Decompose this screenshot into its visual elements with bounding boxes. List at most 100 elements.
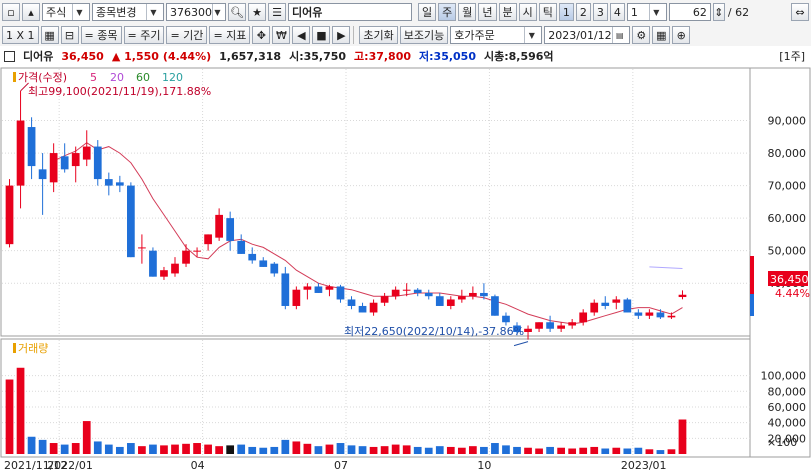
calendar-icon: ▤ xyxy=(612,27,626,43)
candle-body xyxy=(579,312,588,323)
multiplier-2[interactable]: 2 xyxy=(575,3,591,21)
period-week[interactable]: 주 xyxy=(438,3,457,21)
order-select[interactable]: 호가주문 ▼ xyxy=(450,26,543,44)
item-indicator-button[interactable]: = 지표 xyxy=(209,26,251,44)
period-tick[interactable]: 틱 xyxy=(538,3,557,21)
volume-bar xyxy=(491,443,499,454)
candle-body xyxy=(491,296,499,316)
candle-body xyxy=(678,294,687,298)
view-count-input[interactable]: 62 xyxy=(668,3,711,21)
view-count-spinner-icon[interactable]: ⇕ xyxy=(712,3,725,21)
period-hour[interactable]: 시 xyxy=(518,3,537,21)
volume-bar xyxy=(237,444,246,454)
volume-bar xyxy=(579,447,588,454)
item-stock-label: = 종목 xyxy=(84,29,118,42)
volume-bar xyxy=(380,446,389,454)
single-layout-icon[interactable]: ⊟ xyxy=(60,26,79,44)
price-tick-label: 90,000 xyxy=(768,115,807,128)
legend-ma5: 5 xyxy=(90,71,97,84)
period-minute[interactable]: 분 xyxy=(498,3,517,21)
candle-body xyxy=(568,322,577,326)
move-icon[interactable]: ✥ xyxy=(252,26,271,44)
multiplier-1[interactable]: 1 xyxy=(558,3,574,21)
reset-button[interactable]: 초기화 xyxy=(359,26,398,44)
stock-info-icon[interactable]: ☰ xyxy=(268,3,286,21)
candle-body xyxy=(303,286,312,290)
item-stock-button[interactable]: = 종목 xyxy=(80,26,122,44)
period-month[interactable]: 월 xyxy=(458,3,477,21)
multiplier-3[interactable]: 3 xyxy=(592,3,608,21)
play-icon[interactable]: ▶ xyxy=(332,26,351,44)
checkbox-icon[interactable] xyxy=(4,50,15,62)
window-menu-icon[interactable]: ▫ xyxy=(2,3,20,21)
candle-body xyxy=(49,153,58,183)
period-year[interactable]: 년 xyxy=(478,3,497,21)
info-high: 고:37,800 xyxy=(354,50,412,63)
candle-body xyxy=(127,185,135,258)
candle-body xyxy=(623,299,632,313)
expand-icon[interactable]: ⇔ xyxy=(791,3,809,21)
stock-code-input[interactable]: 376300 ▼ xyxy=(166,3,226,21)
info-stock-name: 디어유 xyxy=(23,50,54,63)
market-up-icon[interactable]: ▴ xyxy=(22,3,40,21)
period-tick-label: 틱 xyxy=(542,6,553,19)
stop-icon[interactable]: ■ xyxy=(312,26,331,44)
candle-body xyxy=(248,253,257,261)
date-value: 2023/01/12 xyxy=(548,28,612,42)
favorite-star-icon[interactable]: ★ xyxy=(248,3,266,21)
price-range-marker-low xyxy=(750,294,754,316)
candle-body xyxy=(656,312,665,318)
volume-bar xyxy=(535,448,543,454)
period-month-label: 월 xyxy=(462,6,473,19)
candle-body xyxy=(380,296,389,303)
candle-body xyxy=(502,315,510,323)
volume-bar xyxy=(71,443,80,454)
item-range-label: = 기간 xyxy=(170,29,204,42)
candle-body xyxy=(557,325,565,329)
candle-body xyxy=(546,322,554,329)
search-icon[interactable]: 🔍︎ xyxy=(228,3,246,21)
date-input[interactable]: 2023/01/12 ▤ xyxy=(544,26,631,44)
volume-bar xyxy=(612,447,621,454)
change-stock-select[interactable]: 종목변경 ▼ xyxy=(92,3,164,21)
multiplier-4[interactable]: 4 xyxy=(609,3,625,21)
volume-bar xyxy=(336,443,345,454)
settings-gear-icon[interactable]: ⚙ xyxy=(632,26,651,44)
volume-bar xyxy=(568,448,577,454)
layout-button[interactable]: 1 X 1 xyxy=(2,26,39,44)
multiplier-1-label: 1 xyxy=(562,5,570,19)
volume-bar xyxy=(391,444,400,454)
volume-bar xyxy=(634,447,643,454)
market-label: 주식 xyxy=(46,6,67,19)
item-period-button[interactable]: = 주기 xyxy=(123,26,165,44)
candle-body xyxy=(413,289,422,293)
item-range-button[interactable]: = 기간 xyxy=(166,26,208,44)
chart-toolbar: 1 X 1 ▦ ⊟ = 종목 = 주기 = 기간 = 지표 ✥ ₩ ◀ ■ ▶ … xyxy=(0,24,811,47)
candle-body xyxy=(358,305,367,313)
price-tick-label: 70,000 xyxy=(768,180,807,193)
volume-bar xyxy=(49,443,58,454)
currency-icon[interactable]: ₩ xyxy=(272,26,291,44)
auxiliary-button[interactable]: 보조기능 xyxy=(399,26,449,44)
period-count-select[interactable]: 1 ▼ xyxy=(626,3,667,21)
chart-link-icon[interactable]: ⊕ xyxy=(672,26,691,44)
period-day[interactable]: 일 xyxy=(418,3,437,21)
main-toolbar: ▫ ▴ 주식 ▼ 종목변경 ▼ 376300 ▼ 🔍︎ ★ ☰ 디어유 일 주 월 년… xyxy=(0,0,811,25)
candle-body xyxy=(292,289,301,306)
volume-bar xyxy=(204,444,212,454)
rewind-icon[interactable]: ◀ xyxy=(292,26,311,44)
period-count-value: 1 xyxy=(630,5,638,19)
info-open: 시:35,750 xyxy=(289,50,347,63)
volume-bar xyxy=(93,441,102,454)
candle-body xyxy=(204,234,212,245)
volume-bar xyxy=(325,444,334,454)
x-tick-label: 04 xyxy=(191,459,205,472)
auxiliary-label: 보조기능 xyxy=(403,29,445,42)
table-icon[interactable]: ▦ xyxy=(652,26,671,44)
candle-body xyxy=(667,315,676,318)
x-tick-label: 2023/01 xyxy=(621,459,667,472)
grid-layout-icon[interactable]: ▦ xyxy=(40,26,59,44)
legend-ma60: 60 xyxy=(136,71,150,84)
market-select[interactable]: 주식 ▼ xyxy=(42,3,90,21)
stock-chart[interactable]: 90,00080,00070,00060,00050,00040,000 100… xyxy=(0,66,811,475)
